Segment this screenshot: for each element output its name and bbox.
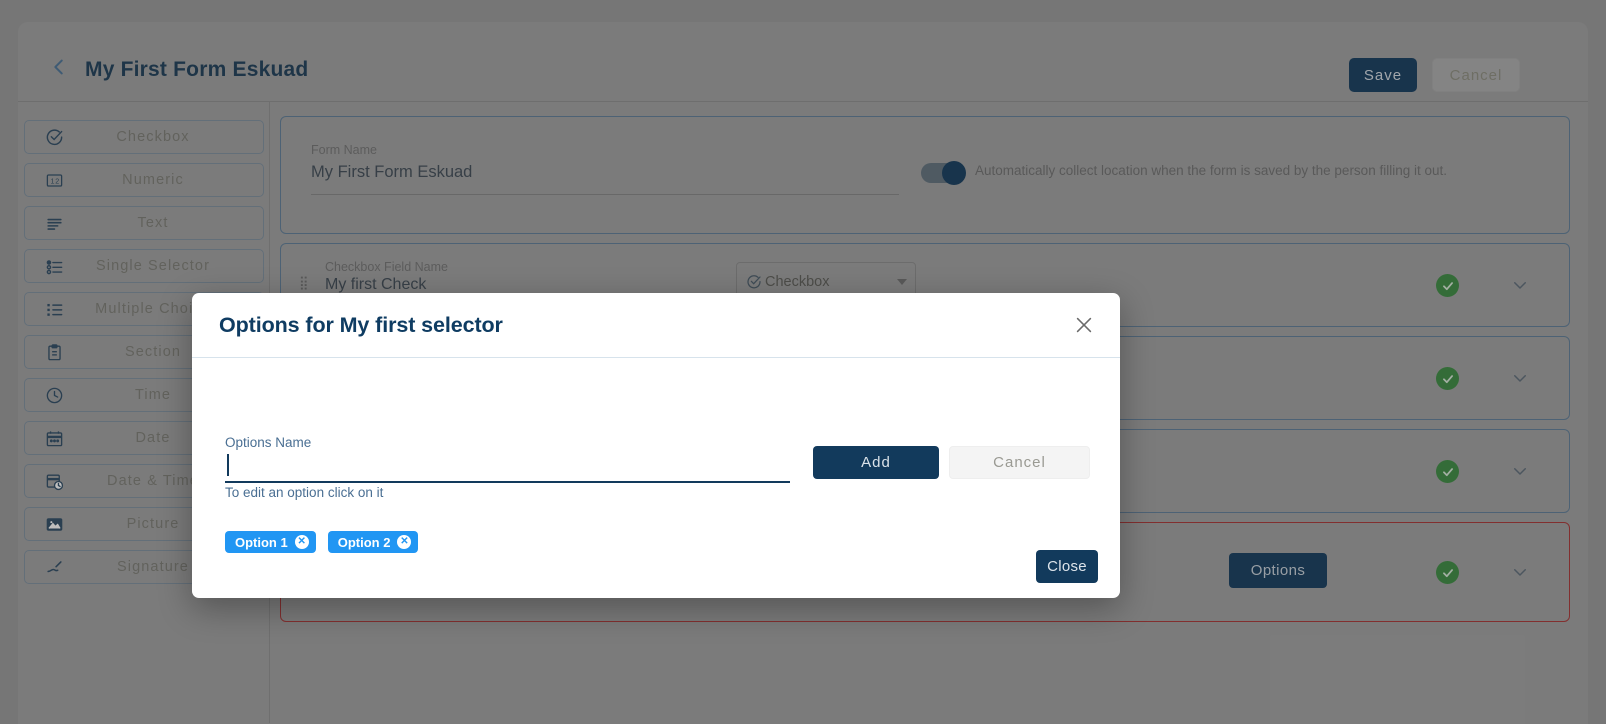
options-name-input[interactable] [225, 453, 790, 483]
list-item[interactable]: Option 1 ✕ [225, 531, 316, 553]
cancel-option-button[interactable]: Cancel [949, 446, 1090, 479]
add-option-button[interactable]: Add [813, 446, 939, 479]
modal-title: Options for My first selector [219, 313, 503, 337]
options-hint: To edit an option click on it [225, 485, 384, 500]
app-root: My First Form Eskuad Save Cancel Checkbo… [0, 0, 1606, 724]
options-chip-list: Option 1 ✕ Option 2 ✕ [225, 531, 419, 553]
modal-body: Options Name To edit an option click on … [192, 358, 1120, 598]
options-modal: Options for My first selector Options Na… [192, 293, 1120, 598]
close-icon[interactable] [1073, 314, 1095, 336]
modal-header: Options for My first selector [192, 293, 1120, 358]
remove-chip-icon[interactable]: ✕ [397, 535, 412, 549]
close-modal-button[interactable]: Close [1036, 550, 1098, 583]
list-item[interactable]: Option 2 ✕ [327, 531, 419, 553]
text-cursor [227, 454, 229, 476]
remove-chip-icon[interactable]: ✕ [294, 535, 309, 549]
options-name-label: Options Name [225, 435, 312, 450]
chip-label: Option 2 [337, 534, 391, 550]
chip-label: Option 1 [235, 534, 288, 550]
